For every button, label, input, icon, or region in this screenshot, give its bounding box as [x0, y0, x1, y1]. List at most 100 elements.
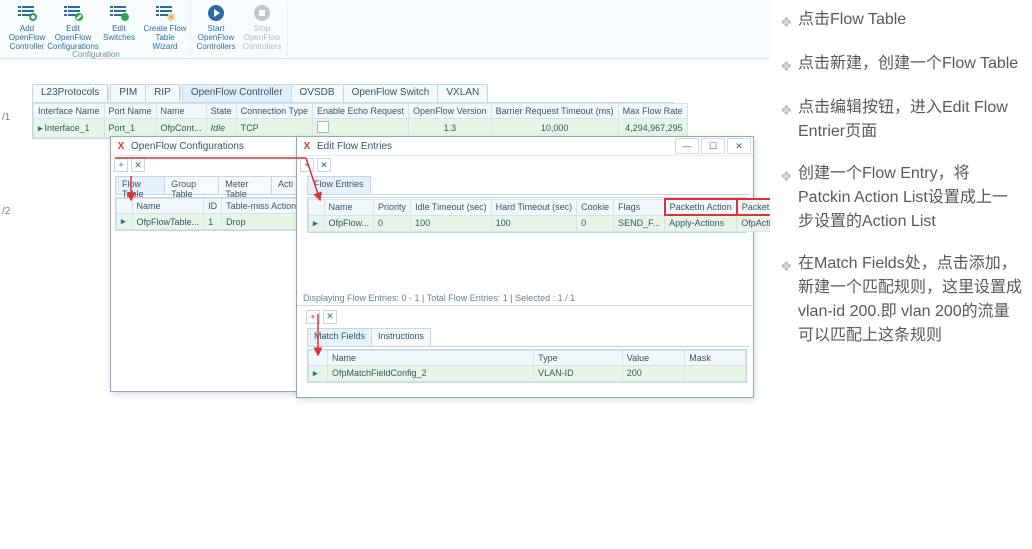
col-name[interactable]: Name — [328, 350, 534, 365]
row-indicator-icon: ▸ — [313, 368, 318, 378]
note-item: ❖点击编辑按钮，进入Edit Flow Entrier页面 — [780, 96, 1022, 144]
col-of-version[interactable]: OpenFlow Version — [409, 104, 492, 119]
start-openflow-controllers-button[interactable]: Start OpenFlow Controllers — [193, 2, 239, 50]
ribbon-group-configuration: Add OpenFlow Controller Edit OpenFlow Co… — [2, 2, 191, 60]
toolbar: + ✕ — [111, 156, 303, 174]
row-indicator-icon: ▸ — [313, 218, 318, 228]
flow-entries-tabs: Flow Entries — [307, 176, 749, 195]
tab-pim[interactable]: PIM — [110, 84, 146, 102]
col-mask[interactable]: Mask — [685, 350, 746, 365]
cell-enable-echo[interactable] — [312, 119, 408, 138]
row-indicator-icon: ▸ — [38, 123, 43, 133]
edit-switches-button[interactable]: Edit Switches — [96, 2, 142, 50]
cell-name: OfpMatchFieldConfig_2 — [328, 365, 534, 381]
play-icon — [206, 4, 226, 22]
cell-port: Port_1 — [104, 119, 156, 138]
tab-l23protocols[interactable]: L23Protocols — [32, 84, 108, 102]
app-screenshot: Add OpenFlow Controller Edit OpenFlow Co… — [0, 0, 770, 549]
tab-rip[interactable]: RIP — [145, 84, 180, 102]
tab-instructions[interactable]: Instructions — [371, 328, 431, 346]
cell-idle: 100 — [411, 215, 492, 231]
stop-icon — [252, 4, 272, 22]
col-name[interactable]: Name — [156, 104, 206, 119]
cell-max-rate: 4,294,967,295 — [618, 119, 687, 138]
close-button[interactable]: ✕ — [727, 138, 751, 154]
tab-vxlan[interactable]: VXLAN — [437, 84, 488, 102]
ribbon-group-label — [193, 50, 285, 60]
dialog-title: OpenFlow Configurations — [131, 141, 244, 152]
col-state[interactable]: State — [206, 104, 236, 119]
add-icon[interactable]: + — [300, 158, 314, 172]
table-row[interactable]: ▸ OfpMatchFieldConfig_2 VLAN-ID 200 — [309, 365, 746, 381]
ribbon-label: Start OpenFlow Controllers — [193, 24, 239, 51]
delete-icon[interactable]: ✕ — [131, 158, 145, 172]
cell-cookie: 0 — [577, 215, 614, 231]
col-packetin-action[interactable]: PacketIn Action — [665, 199, 737, 215]
delete-icon[interactable]: ✕ — [317, 158, 331, 172]
checkbox-icon — [317, 121, 329, 133]
bullet-icon: ❖ — [780, 10, 798, 34]
col-type[interactable]: Type — [534, 350, 623, 365]
table-row[interactable]: ▸ OfpFlowTable... 1 Drop — [117, 214, 301, 230]
toolbar: + ✕ — [297, 156, 753, 174]
ribbon-group-run: Start OpenFlow Controllers Stop OpenFlow… — [191, 2, 288, 60]
tab-match-fields[interactable]: Match Fields — [307, 328, 372, 346]
col-port-name[interactable]: Port Name — [104, 104, 156, 119]
ribbon-label: Edit Switches — [96, 24, 142, 42]
openflow-configurations-dialog: X OpenFlow Configurations + ✕ Flow Table… — [110, 136, 304, 392]
col-interface-name[interactable]: Interface Name — [34, 104, 105, 119]
tab-ovsdb[interactable]: OVSDB — [291, 84, 344, 102]
ribbon-label: Create Flow Table Wizard — [142, 24, 188, 51]
tab-group-table[interactable]: Group Table — [164, 176, 219, 194]
col-name[interactable]: Name — [132, 199, 204, 214]
cell-version: 1.3 — [409, 119, 492, 138]
tab-openflow-switch[interactable]: OpenFlow Switch — [343, 84, 439, 102]
col-name[interactable]: Name — [324, 199, 374, 215]
col-flags[interactable]: Flags — [614, 199, 665, 215]
delete-icon[interactable]: ✕ — [323, 310, 337, 324]
dialog-title: Edit Flow Entries — [317, 141, 392, 152]
col-barrier-timeout[interactable]: Barrier Request Timeout (ms) — [491, 104, 618, 119]
cell-conn-type: TCP — [236, 119, 312, 138]
wizard-icon — [155, 4, 175, 22]
table-header-row: Interface Name Port Name Name State Conn… — [34, 104, 688, 119]
add-icon[interactable]: + — [306, 310, 320, 324]
maximize-button[interactable]: ☐ — [701, 138, 725, 154]
table-row[interactable]: ▸Interface_1 Port_1 OfpCont... Idle TCP … — [34, 119, 688, 138]
col-hard-timeout[interactable]: Hard Timeout (sec) — [491, 199, 577, 215]
tab-flow-table[interactable]: Flow Table — [115, 176, 165, 194]
table-row[interactable]: ▸ OfpFlow... 0 100 100 0 SEND_F... Apply… — [309, 215, 826, 231]
ribbon-label: Stop OpenFlow Controllers — [239, 24, 285, 51]
table-header-row: Name Priority Idle Timeout (sec) Hard Ti… — [309, 199, 826, 215]
match-fields-grid: Name Type Value Mask ▸ OfpMatchFieldConf… — [307, 349, 747, 383]
tab-openflow-controller[interactable]: OpenFlow Controller — [182, 84, 292, 102]
cell-mask — [685, 365, 746, 381]
col-cookie[interactable]: Cookie — [577, 199, 614, 215]
cell-name: OfpCont... — [156, 119, 206, 138]
col-value[interactable]: Value — [622, 350, 684, 365]
app-logo-icon: X — [301, 140, 313, 152]
col-id[interactable]: ID — [204, 199, 222, 214]
col-enable-echo[interactable]: Enable Echo Request — [312, 104, 408, 119]
dialog-title-bar[interactable]: X OpenFlow Configurations — [111, 137, 303, 156]
dialog-title-bar[interactable]: X Edit Flow Entries — ☐ ✕ — [297, 137, 753, 156]
create-flow-table-wizard-button[interactable]: Create Flow Table Wizard — [142, 2, 188, 50]
cell-name: OfpFlow... — [324, 215, 374, 231]
col-priority[interactable]: Priority — [374, 199, 411, 215]
table-header-row: Name ID Table-miss Action — [117, 199, 301, 214]
cell-state: Idle — [206, 119, 236, 138]
tab-meter-table[interactable]: Meter Table — [218, 176, 272, 194]
col-connection-type[interactable]: Connection Type — [236, 104, 312, 119]
edit-openflow-configurations-button[interactable]: Edit OpenFlow Configurations — [50, 2, 96, 50]
col-max-flow-rate[interactable]: Max Flow Rate — [618, 104, 687, 119]
cell-barrier: 10,000 — [491, 119, 618, 138]
minimize-button[interactable]: — — [675, 138, 699, 154]
col-idle-timeout[interactable]: Idle Timeout (sec) — [411, 199, 492, 215]
cell-flags: SEND_F... — [614, 215, 665, 231]
flow-entries-grid: Name Priority Idle Timeout (sec) Hard Ti… — [307, 197, 747, 233]
cell-miss: Drop — [222, 214, 301, 230]
tab-flow-entries[interactable]: Flow Entries — [307, 176, 371, 194]
col-table-miss[interactable]: Table-miss Action — [222, 199, 301, 214]
add-icon[interactable]: + — [114, 158, 128, 172]
add-openflow-controller-button[interactable]: Add OpenFlow Controller — [4, 2, 50, 50]
